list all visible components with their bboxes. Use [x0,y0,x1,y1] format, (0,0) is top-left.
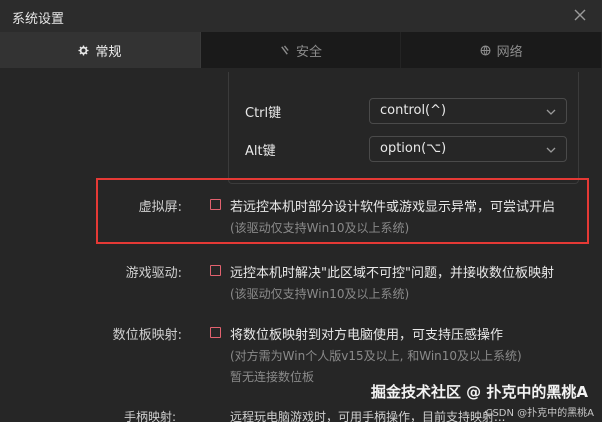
chevron-down-icon [546,147,556,153]
virtual-screen-checkbox[interactable] [210,199,221,210]
gamepad-mapping-description: 远程玩电脑游戏时，可用手柄操作，目前支持映射... [230,410,506,422]
chevron-down-icon [546,109,556,115]
game-driver-label: 游戏驱动: [125,266,182,281]
globe-icon [480,45,491,56]
alt-key-label: Alt键 [245,144,276,159]
game-driver-description: 远控本机时解决"此区域不可控"问题，并接收数位板映射 [230,266,554,281]
watermark-sub: CSDN @扑克中的黑桃A [485,408,594,419]
ctrl-key-select[interactable]: control(^) [369,98,567,124]
virtual-screen-label: 虚拟屏: [138,200,182,215]
key-mapping-panel: Ctrl键 control(^) Alt键 option(⌥) [228,72,579,184]
window-title: 系统设置 [12,12,65,27]
gamepad-mapping-label: 手柄映射: [124,410,177,422]
virtual-screen-note: (该驱动仅支持Win10及以上系统) [230,221,410,235]
tab-general[interactable]: 常规 [0,32,201,68]
tablet-mapping-note: (对方需为Win个人版v15及以上, 和Win10及以上系统) [230,349,522,363]
watermark-main: 掘金技术社区 @ 扑克中的黑桃A [370,383,588,401]
virtual-screen-description: 若远控本机时部分设计软件或游戏显示异常，可尝试开启 [230,200,556,215]
game-driver-checkbox[interactable] [210,265,221,276]
tablet-status: 暂无连接数位板 [230,370,315,384]
ctrl-key-value: control(^) [380,103,447,118]
tablet-mapping-description: 将数位板映射到对方电脑使用，可支持压感操作 [230,328,504,343]
ctrl-key-label: Ctrl键 [245,106,282,121]
game-driver-note: (该驱动仅支持Win10及以上系统) [230,287,410,301]
tab-network-label: 网络 [496,44,523,60]
title-bar: 系统设置 [0,0,602,32]
tab-general-label: 常规 [95,44,122,60]
alt-key-value: option(⌥) [380,141,447,156]
tab-security-label: 安全 [296,44,323,60]
ctrl-key-row: Ctrl键 control(^) [245,98,567,124]
tablet-mapping-label: 数位板映射: [112,328,182,343]
tab-bar: 常规 安全 网络 [0,32,602,68]
tab-security[interactable]: 安全 [201,32,402,68]
close-icon[interactable] [572,7,588,23]
alt-key-row: Alt键 option(⌥) [245,136,567,162]
tab-network[interactable]: 网络 [401,32,602,68]
alt-key-select[interactable]: option(⌥) [369,136,567,162]
settings-content: Ctrl键 control(^) Alt键 option(⌥) 虚拟屏: 若远控… [0,68,602,422]
tablet-mapping-checkbox[interactable] [210,327,221,338]
shield-icon [279,44,290,56]
gear-icon [78,44,89,56]
